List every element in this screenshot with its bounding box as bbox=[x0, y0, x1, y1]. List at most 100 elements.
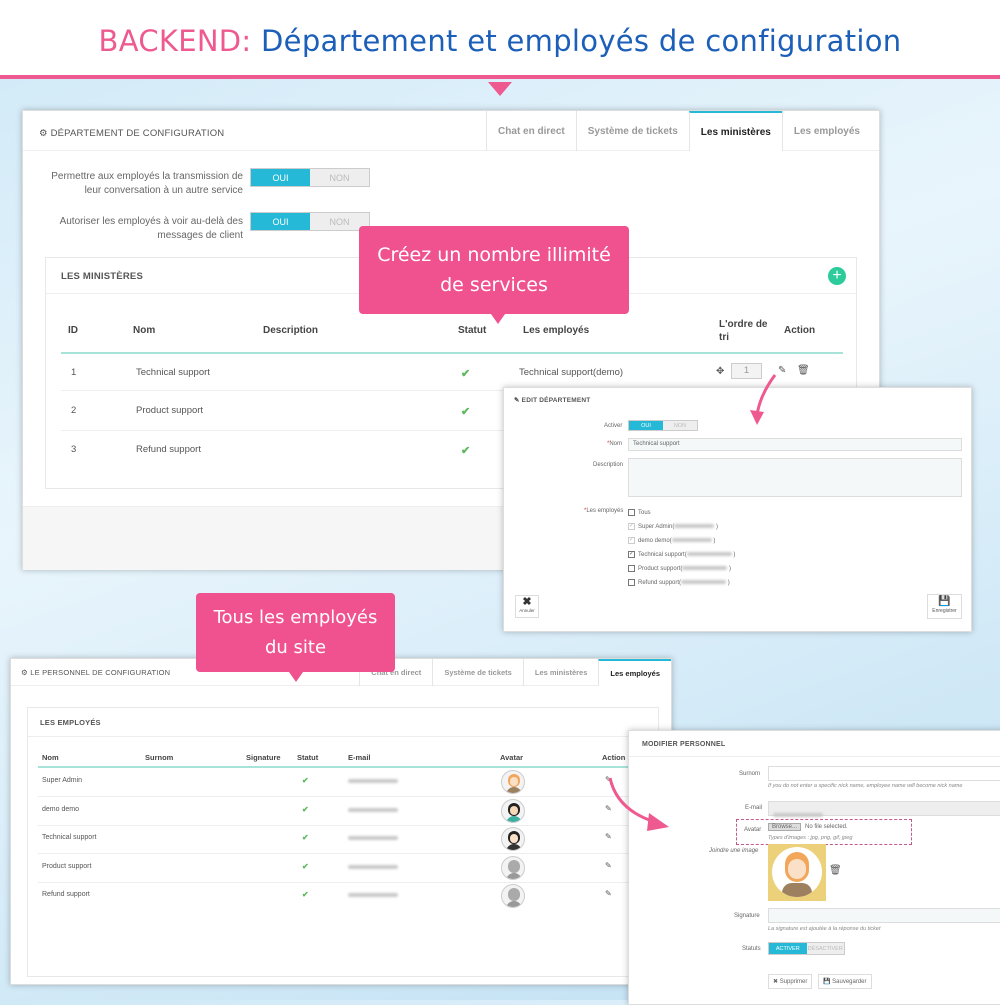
save-button[interactable]: 💾 Sauvegarder bbox=[818, 974, 872, 989]
toggle-off[interactable]: NON bbox=[663, 421, 697, 430]
checkbox-label: Refund support( bbox=[638, 580, 682, 586]
activer-toggle[interactable]: OUI NON bbox=[628, 420, 698, 431]
status-check-icon: ✔ bbox=[461, 406, 471, 418]
tab-chat[interactable]: Chat en direct bbox=[486, 111, 576, 151]
delete-button[interactable]: ✖ Supprimer bbox=[768, 974, 813, 989]
edit-icon[interactable]: ✎ bbox=[605, 861, 612, 870]
trash-icon[interactable]: 🗑 bbox=[797, 365, 810, 376]
callout-line: du site bbox=[264, 636, 327, 658]
employee-checkbox[interactable]: ✓ Technical support( ) bbox=[628, 548, 735, 562]
panel-title: ⚙ DÉPARTEMENT DE CONFIGURATION bbox=[39, 128, 224, 139]
status-check-icon: ✔ bbox=[302, 890, 309, 899]
row-id: 2 bbox=[71, 405, 77, 416]
employee-checkbox: ✓ demo demo( ) bbox=[628, 536, 716, 544]
row-name: Product support bbox=[42, 862, 92, 870]
employee-checkbox-all[interactable]: Tous bbox=[628, 506, 735, 520]
toggle-off[interactable]: NON bbox=[310, 169, 369, 186]
toggle-on[interactable]: OUI bbox=[251, 169, 310, 186]
edit-icon[interactable]: ✎ bbox=[605, 889, 612, 898]
checkbox[interactable] bbox=[628, 564, 635, 572]
row-id: 3 bbox=[71, 444, 77, 455]
employee-checkbox[interactable]: Product support( ) bbox=[628, 562, 735, 576]
employee-checkbox[interactable]: Refund support( ) bbox=[628, 576, 735, 590]
col-email: E-mail bbox=[348, 753, 371, 762]
checkbox: ✓ bbox=[628, 522, 635, 530]
col-employees: Les employés bbox=[523, 325, 590, 336]
activer-label: Activer bbox=[604, 423, 623, 429]
edit-department-panel: ✎ EDIT DÉPARTEMENT Activer OUI NON *Nom T… bbox=[503, 387, 972, 632]
deactivate-option[interactable]: DÉSACTIVER bbox=[806, 943, 844, 954]
checkbox: ✓ bbox=[628, 536, 635, 544]
row-name: Technical support bbox=[136, 367, 210, 378]
no-file-text: No file selected. bbox=[805, 824, 848, 830]
col-description: Description bbox=[263, 325, 319, 336]
row-name: Technical support bbox=[42, 834, 97, 841]
tab-departments[interactable]: Les ministères bbox=[522, 659, 599, 686]
nom-label: Nom bbox=[609, 441, 623, 447]
save-icon: 💾 bbox=[938, 596, 951, 607]
toggle-on[interactable]: OUI bbox=[251, 213, 310, 230]
checkbox[interactable] bbox=[628, 578, 635, 586]
banner: BACKEND: Département et employés de conf… bbox=[0, 0, 1000, 79]
staff-config-panel: ⚙ LE PERSONNEL DE CONFIGURATION Chat en … bbox=[10, 658, 672, 985]
status-check-icon: ✔ bbox=[461, 445, 471, 457]
section-title: LES MINISTÈRES bbox=[61, 271, 143, 282]
save-label: Enregistrer bbox=[932, 608, 957, 614]
toggle-on[interactable]: OUI bbox=[629, 421, 663, 430]
tab-tickets[interactable]: Système de tickets bbox=[432, 659, 523, 686]
employees-label: Les employés bbox=[586, 508, 624, 514]
save-icon: 💾 bbox=[823, 979, 831, 985]
checkbox-label: Technical support( bbox=[638, 552, 687, 558]
nom-input[interactable]: Technical support bbox=[628, 438, 962, 451]
col-id: ID bbox=[68, 325, 78, 336]
browse-button[interactable]: Browse... bbox=[768, 823, 802, 831]
tab-employees[interactable]: Les employés bbox=[598, 659, 671, 686]
table-row: Super Admin ✔ ✎ bbox=[38, 768, 638, 797]
drag-handle-icon[interactable]: ✥ bbox=[716, 366, 724, 377]
email-blurred bbox=[348, 807, 398, 812]
banner-pointer bbox=[488, 82, 512, 96]
surnom-input[interactable] bbox=[768, 766, 1000, 781]
transfer-toggle[interactable]: OUI NON bbox=[250, 168, 370, 187]
col-status: Statut bbox=[458, 325, 487, 336]
avatar-preview bbox=[768, 844, 826, 901]
setting-transfer-label: Permettre aux employés la transmission d… bbox=[51, 171, 243, 196]
email-input[interactable] bbox=[768, 801, 1000, 817]
gear-icon: ⚙ bbox=[21, 668, 28, 677]
save-button[interactable]: 💾 Enregistrer bbox=[927, 594, 962, 619]
tab-employees[interactable]: Les employés bbox=[781, 111, 871, 151]
status-check-icon: ✔ bbox=[302, 833, 309, 842]
gear-icon: ⚙ bbox=[39, 128, 48, 139]
avatar bbox=[501, 798, 525, 823]
panel-title: ⚙ LE PERSONNEL DE CONFIGURATION bbox=[21, 668, 170, 677]
col-status: Statut bbox=[297, 753, 319, 762]
tab-tickets[interactable]: Système de tickets bbox=[575, 111, 689, 151]
banner-prefix: BACKEND: bbox=[98, 24, 252, 58]
close-icon: ✖ bbox=[773, 979, 779, 985]
surnom-hint: If you do not enter a specific nick name… bbox=[768, 783, 963, 789]
col-action: Action bbox=[784, 325, 816, 336]
surnom-label: Surnom bbox=[739, 771, 761, 777]
tab-departments[interactable]: Les ministères bbox=[688, 111, 782, 151]
cancel-button[interactable]: ✖ Annuler bbox=[515, 595, 539, 618]
edit-dept-title-text: EDIT DÉPARTEMENT bbox=[521, 397, 591, 404]
col-action: Action bbox=[602, 753, 626, 762]
view-toggle[interactable]: OUI NON bbox=[250, 212, 370, 231]
col-nickname: Surnom bbox=[145, 753, 174, 762]
checkbox-label: Tous bbox=[638, 510, 651, 516]
banner-title: BACKEND: Département et employés de conf… bbox=[0, 24, 1000, 58]
edit-icon: ✎ bbox=[514, 397, 520, 404]
activate-option[interactable]: ACTIVER bbox=[769, 943, 807, 954]
table-row: demo demo ✔ ✎ bbox=[38, 797, 638, 826]
checkbox[interactable]: ✓ bbox=[628, 550, 635, 558]
add-department-button[interactable]: + bbox=[828, 267, 846, 285]
checkbox-label: Product support( bbox=[638, 566, 683, 572]
avatar-upload-highlight bbox=[736, 819, 912, 845]
status-toggle[interactable]: ACTIVER DÉSACTIVER bbox=[768, 942, 845, 955]
trash-icon[interactable]: 🗑 bbox=[829, 865, 842, 876]
description-textarea[interactable] bbox=[628, 458, 962, 497]
email-blurred bbox=[348, 836, 398, 840]
signature-input[interactable] bbox=[768, 908, 1000, 923]
checkbox[interactable] bbox=[628, 508, 635, 516]
callout-line: Tous les employés bbox=[213, 606, 378, 628]
